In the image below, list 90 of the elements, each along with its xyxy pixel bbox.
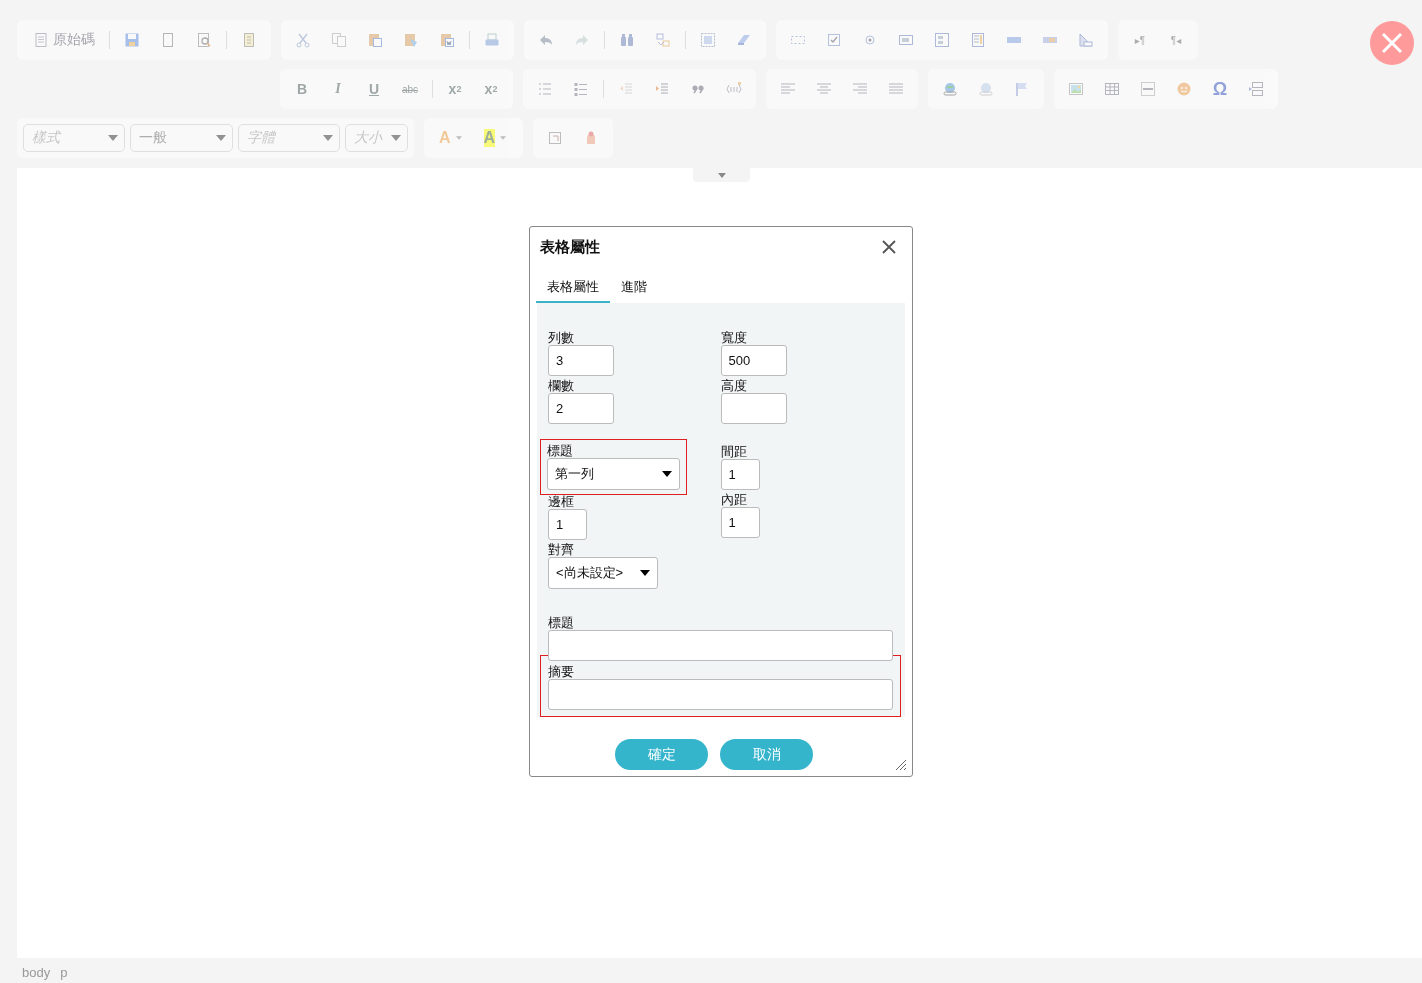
text-field[interactable]	[548, 630, 893, 661]
tab[interactable]: 進階	[610, 273, 658, 303]
field-label: 間距	[720, 444, 748, 459]
element-path-link[interactable]: body	[22, 965, 51, 980]
bold-button[interactable]: B	[288, 75, 316, 103]
caret-icon	[108, 135, 118, 141]
caret-icon	[455, 136, 462, 140]
field-label: 高度	[720, 378, 748, 393]
replace-icon[interactable]	[655, 32, 671, 48]
text-field[interactable]: 2	[548, 393, 614, 424]
select-all-icon[interactable]	[700, 32, 716, 48]
binoculars-icon[interactable]	[619, 32, 635, 48]
field-label: 對齊	[548, 542, 575, 557]
field-label: 內距	[720, 492, 748, 507]
field-label: 邊框	[548, 494, 575, 509]
right-to-left-button[interactable]: ¶◂	[1162, 26, 1190, 54]
caret-icon	[323, 135, 333, 141]
text-field[interactable]: 1	[720, 507, 760, 538]
maximize-icon[interactable]	[547, 130, 564, 146]
format-dropdown[interactable]: 一般	[130, 124, 233, 152]
align-left-icon[interactable]	[780, 81, 796, 97]
checkbox-icon[interactable]	[826, 32, 842, 48]
outdent-icon[interactable]	[618, 81, 634, 97]
field-label: 欄數	[548, 378, 575, 393]
text-color-button[interactable]: A	[436, 124, 467, 152]
paste-word-icon[interactable]	[439, 32, 455, 48]
list-box-icon[interactable]	[970, 32, 986, 48]
special-character-button[interactable]: Ω	[1206, 75, 1234, 103]
source-button[interactable]: 原始碼	[27, 31, 101, 49]
table-icon[interactable]	[1104, 81, 1120, 97]
page-break-icon[interactable]	[1248, 81, 1264, 97]
blank-page-icon[interactable]	[160, 32, 176, 48]
ok-button[interactable]: 確定	[615, 739, 708, 770]
document-icon[interactable]	[33, 32, 49, 48]
numbered-list-icon[interactable]	[537, 81, 553, 97]
text-field[interactable]	[720, 393, 787, 424]
save-icon[interactable]	[124, 32, 140, 48]
eraser-icon[interactable]	[736, 32, 752, 48]
italic-button[interactable]: I	[324, 75, 352, 103]
template-icon[interactable]	[241, 32, 257, 48]
cancel-button[interactable]: 取消	[720, 739, 813, 770]
underline-button[interactable]: U	[360, 75, 388, 103]
caret-icon	[640, 570, 650, 576]
caret-icon	[662, 471, 672, 477]
align-right-icon[interactable]	[852, 81, 868, 97]
superscript-button[interactable]: x$^{2}$	[477, 75, 505, 103]
redo-icon[interactable]	[574, 32, 590, 48]
bullet-list-icon[interactable]	[573, 81, 589, 97]
text-field[interactable]: 500	[720, 345, 787, 376]
strikethrough-button[interactable]: abc	[396, 75, 424, 103]
radio-icon[interactable]	[862, 32, 878, 48]
left-to-right-button[interactable]: ▸¶	[1126, 26, 1154, 54]
image-icon[interactable]	[1068, 81, 1084, 97]
text-field[interactable]: 1	[720, 459, 760, 490]
justify-icon[interactable]	[888, 81, 904, 97]
unlink-icon[interactable]	[978, 81, 994, 97]
field-label: 摘要	[548, 664, 575, 679]
field-label: 列數	[548, 330, 575, 345]
caret-icon	[717, 172, 726, 178]
background-color-button[interactable]: A	[480, 124, 512, 152]
text-area-icon[interactable]	[934, 32, 950, 48]
cut-icon[interactable]	[295, 32, 311, 48]
copy-icon[interactable]	[331, 32, 347, 48]
field-label: 標題	[548, 615, 575, 630]
dialog-title: 表格屬性	[540, 237, 600, 257]
resize-grip-icon[interactable]	[895, 759, 907, 771]
dropdown[interactable]: <尚未設定>	[548, 557, 658, 589]
collapse-toolbar-button[interactable]	[693, 168, 750, 182]
link-icon[interactable]	[942, 81, 958, 97]
flag-icon[interactable]	[1014, 81, 1030, 97]
print-icon[interactable]	[484, 32, 500, 48]
caret-icon	[216, 135, 226, 141]
text-field-icon[interactable]	[898, 32, 914, 48]
close-icon[interactable]	[882, 240, 896, 254]
dropdown[interactable]: 第一列	[547, 458, 680, 490]
align-center-icon[interactable]	[816, 81, 832, 97]
field-label: 標題	[547, 443, 574, 458]
paste-text-icon[interactable]	[403, 32, 419, 48]
text-field[interactable]: 3	[548, 345, 614, 376]
caret-icon	[391, 135, 401, 141]
field-label: 寬度	[720, 330, 748, 345]
text-field[interactable]	[548, 679, 893, 710]
element-path-link[interactable]: p	[60, 965, 68, 980]
preview-icon[interactable]	[196, 32, 212, 48]
hidden-field-icon[interactable]	[1078, 32, 1094, 48]
smiley-icon[interactable]	[1176, 81, 1192, 97]
indent-icon[interactable]	[654, 81, 670, 97]
text-field[interactable]: 1	[548, 509, 587, 540]
caret-icon	[500, 136, 507, 140]
paste-icon[interactable]	[367, 32, 383, 48]
